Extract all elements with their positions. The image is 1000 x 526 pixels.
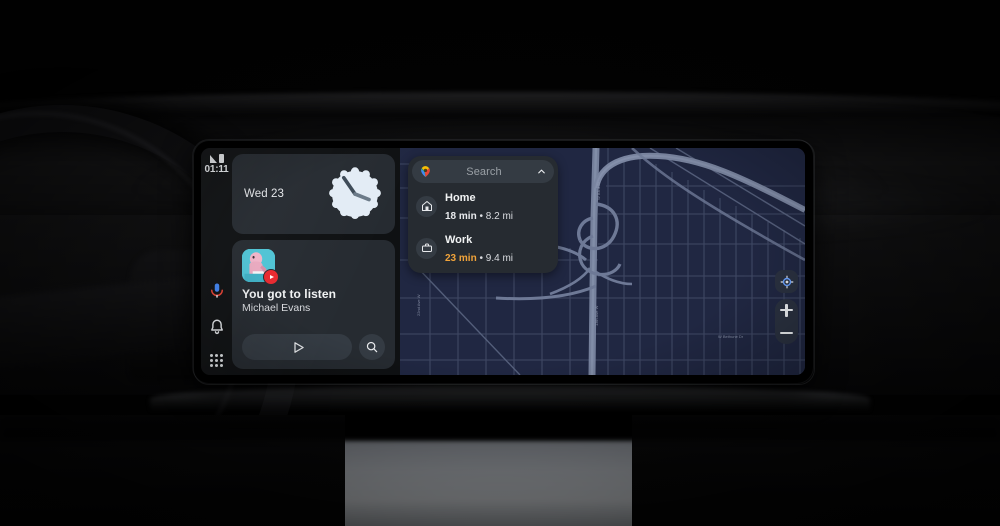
- media-controls: [242, 334, 385, 360]
- media-widget-card[interactable]: You got to listen Michael Evans: [232, 240, 395, 369]
- destination-duration: 23 min: [445, 253, 477, 264]
- center-console-panel: [330, 440, 640, 526]
- zoom-controls: [775, 299, 798, 344]
- google-maps-pin-icon: [421, 166, 430, 177]
- left-card-column: Wed 23 You got to listen Michael Evans: [232, 148, 400, 375]
- dashboard-top-edge: [0, 92, 1000, 114]
- status-bar-time: 01:11: [204, 164, 229, 175]
- search-icon: [366, 341, 378, 353]
- android-auto-screen: 01:11 Wed 23 You got to listen Michael E…: [201, 148, 805, 375]
- destination-work[interactable]: Work 23 min • 9.4 mi: [412, 225, 554, 267]
- destination-work-text: Work 23 min • 9.4 mi: [445, 230, 513, 266]
- destination-separator: •: [479, 253, 483, 264]
- console-shadow: [0, 400, 1000, 440]
- status-bar: [209, 152, 224, 163]
- destination-distance: 8.2 mi: [485, 211, 513, 222]
- media-search-button[interactable]: [359, 334, 385, 360]
- navigation-panel: Search Home 18 min • 8.2 mi Work 23 min …: [408, 156, 558, 273]
- map-panel[interactable]: 22nd Ave W W 83rd St 13th Ave W W Bethun…: [400, 148, 805, 375]
- street-label: W 83rd St: [596, 181, 601, 200]
- map-search-bar[interactable]: Search: [412, 160, 554, 183]
- home-icon: [416, 195, 437, 217]
- apps-grid-icon[interactable]: [210, 354, 223, 367]
- destination-distance: 9.4 mi: [485, 253, 513, 264]
- street-label: 22nd Ave W: [416, 294, 421, 316]
- street-label: 13th Ave W: [594, 305, 599, 326]
- street-label: W Bethune Dr: [718, 334, 744, 339]
- briefcase-icon: [416, 237, 437, 259]
- destination-home-text: Home 18 min • 8.2 mi: [445, 188, 513, 224]
- play-button[interactable]: [242, 334, 352, 360]
- zoom-in-button[interactable]: [780, 303, 794, 317]
- microphone-icon[interactable]: [208, 282, 226, 300]
- search-placeholder: Search: [466, 165, 502, 178]
- recenter-location-icon: [780, 275, 793, 288]
- youtube-music-icon: [263, 269, 279, 285]
- signal-bars-icon: [209, 155, 217, 163]
- zoom-out-button[interactable]: [780, 326, 794, 340]
- play-icon: [293, 341, 304, 353]
- destination-name: Work: [445, 234, 473, 246]
- bell-icon[interactable]: [208, 318, 226, 336]
- destination-separator: •: [479, 211, 483, 222]
- media-artist: Michael Evans: [242, 302, 311, 314]
- destination-duration: 18 min: [445, 211, 477, 222]
- recenter-location-button[interactable]: [775, 270, 798, 293]
- album-art-wrapper: [242, 249, 279, 285]
- chevron-up-icon[interactable]: [536, 166, 547, 177]
- destination-name: Home: [445, 192, 476, 204]
- media-title: You got to listen: [242, 287, 336, 301]
- map-controls: [775, 270, 798, 344]
- destination-eta: 18 min • 8.2 mi: [445, 211, 513, 222]
- date-label: Wed 23: [244, 188, 285, 200]
- battery-icon: [218, 154, 224, 163]
- clock-widget-card[interactable]: Wed 23: [232, 154, 395, 234]
- sidebar-icon-group: [201, 282, 232, 367]
- destination-eta: 23 min • 9.4 mi: [445, 253, 513, 264]
- destination-home[interactable]: Home 18 min • 8.2 mi: [412, 183, 554, 225]
- system-sidebar: 01:11: [201, 148, 232, 375]
- analog-clock-icon: [329, 167, 381, 220]
